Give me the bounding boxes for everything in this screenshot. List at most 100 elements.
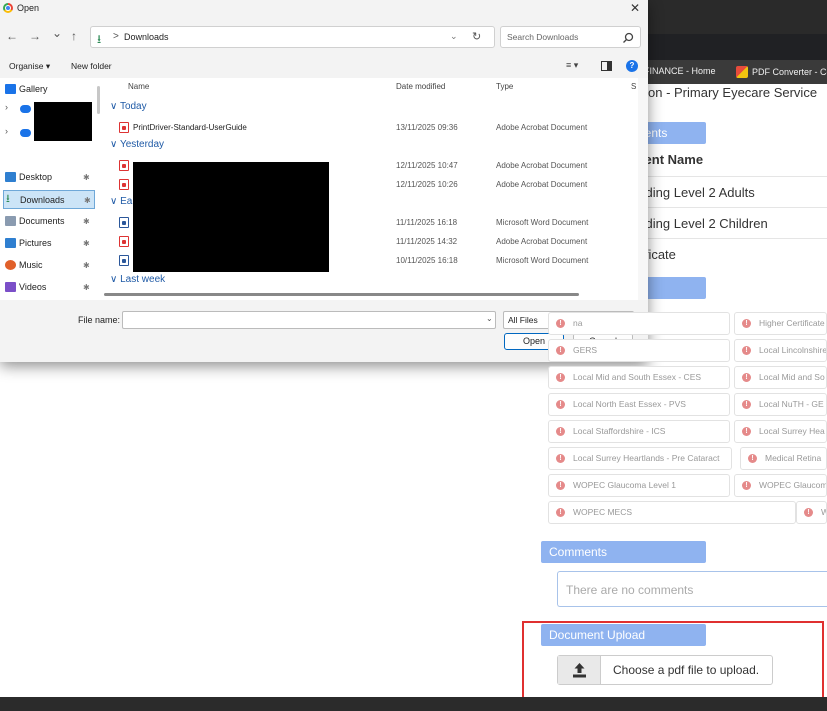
dialog-title: Open (17, 3, 40, 13)
breadcrumb-downloads[interactable]: Downloads (124, 32, 169, 42)
qualification-pill-label: GERS (573, 345, 598, 355)
sidebar-item-music[interactable]: Music ✱ (3, 256, 95, 275)
qualification-pill: Local Mid and South Essex - CES (548, 366, 730, 389)
sidebar-item-pictures[interactable]: Pictures ✱ (3, 234, 95, 253)
refresh-icon[interactable]: ↻ (472, 30, 481, 43)
chevron-down-icon[interactable]: ⌄ (486, 314, 493, 323)
word-icon (119, 217, 129, 228)
navigation-row: ← → ⌄ ↑ ⭳ > Downloads ⌄ ↻ (0, 23, 648, 51)
file-type: Adobe Acrobat Document (496, 237, 588, 246)
warning-icon (742, 475, 751, 496)
file-date: 13/11/2025 09:36 (396, 123, 458, 132)
sidebar-item-label: Videos (19, 282, 47, 292)
warning-icon (556, 448, 565, 469)
qualification-pill-label: WOPEC Glaucoma Level 1 (573, 480, 676, 490)
qualification-pill: W (796, 501, 827, 524)
downloads-icon: ⭳ (6, 193, 10, 205)
file-row[interactable]: PrintDriver-Standard-UserGuide 13/11/202… (104, 118, 634, 137)
qualification-pill-label: Local Surrey Hea (759, 426, 825, 436)
redacted-block (133, 162, 329, 272)
bookmark-pdf-converter[interactable]: PDF Converter - Co (736, 66, 827, 78)
sidebar-item-desktop[interactable]: Desktop ✱ (3, 168, 95, 187)
group-header-today[interactable]: ∨ Today (110, 101, 147, 112)
onedrive-icon (20, 129, 31, 137)
qualification-pill: Medical Retina (740, 447, 827, 470)
preview-pane-icon[interactable] (601, 61, 612, 71)
qualification-pill-label: WOPEC MECS (573, 507, 633, 517)
qualification-pill: Local North East Essex - PVS (548, 393, 730, 416)
vertical-scrollbar[interactable] (638, 78, 648, 300)
qualification-pill: WOPEC Glaucom (734, 474, 827, 497)
document-row: rtificate (620, 238, 827, 269)
file-name-input[interactable] (123, 312, 478, 328)
chevron-right-icon[interactable]: › (5, 126, 8, 136)
chevron-down-icon: ∨ (110, 274, 118, 285)
chevron-down-icon[interactable]: ⌄ (450, 31, 458, 42)
file-name-label: File name: (78, 315, 121, 325)
sidebar-item-label: Desktop (19, 172, 53, 182)
bookmark-finance[interactable]: FINANCE - Home (644, 66, 716, 76)
file-date: 10/11/2025 16:18 (396, 256, 458, 265)
help-icon[interactable]: ? (626, 60, 638, 72)
back-arrow-icon[interactable]: ← (6, 29, 18, 43)
warning-icon (556, 475, 565, 496)
desktop-icon (5, 172, 16, 182)
warning-icon (748, 448, 757, 469)
sidebar-item-downloads[interactable]: ⭳ Downloads ✱ (3, 190, 95, 209)
pdf-converter-icon (736, 66, 748, 78)
group-label: Yesterday (119, 139, 165, 150)
chevron-right-icon[interactable]: › (5, 102, 8, 112)
qualification-pill-label: Local Lincolnshire (759, 345, 827, 355)
dialog-title-bar: Open ✕ (0, 0, 648, 16)
group-header-last-week[interactable]: ∨ Last week (110, 274, 165, 285)
column-header-size[interactable]: S (631, 82, 636, 91)
column-header-name[interactable]: Name (128, 82, 149, 91)
warning-icon (742, 394, 751, 415)
view-menu-icon[interactable]: ≡ ▾ (566, 60, 578, 71)
qualification-pill-label: Local Surrey Heartlands - Pre Cataract (573, 453, 720, 463)
redacted-block (34, 102, 92, 120)
videos-icon (5, 282, 16, 292)
sidebar-item-gallery[interactable]: Gallery (3, 80, 95, 99)
file-date: 12/11/2025 10:26 (396, 180, 458, 189)
group-header-earlier[interactable]: ∨ Ea (110, 196, 132, 207)
forward-arrow-icon[interactable]: → (29, 29, 41, 43)
pin-icon: ✱ (83, 239, 90, 248)
file-date: 11/11/2025 14:32 (396, 237, 458, 246)
new-folder-button[interactable]: New folder (71, 61, 112, 71)
column-header-date-modified[interactable]: Date modified (396, 82, 445, 91)
warning-icon (556, 340, 565, 361)
file-name-field: ⌄ (122, 311, 496, 329)
horizontal-scrollbar[interactable] (104, 293, 579, 296)
address-bar[interactable]: ⭳ > Downloads ⌄ ↻ (90, 26, 495, 48)
search-icon[interactable] (621, 31, 635, 45)
sidebar-item-label: Pictures (19, 238, 52, 248)
sidebar-item-documents[interactable]: Documents ✱ (3, 212, 95, 231)
search-input[interactable] (501, 27, 619, 47)
qualification-pill: WOPEC Glaucoma Level 1 (548, 474, 730, 497)
chevron-down-icon: ∨ (110, 196, 118, 207)
warning-icon (556, 502, 565, 523)
close-icon[interactable]: ✕ (630, 1, 640, 15)
document-row: arding Level 2 Children (620, 207, 827, 238)
up-arrow-icon[interactable]: ↑ (71, 29, 77, 43)
sidebar-item-videos[interactable]: Videos ✱ (3, 278, 95, 297)
taskbar-edge (0, 697, 827, 711)
organise-menu[interactable]: Organise ▾ (9, 61, 50, 72)
sidebar-item-label: Downloads (20, 195, 65, 205)
group-header-yesterday[interactable]: ∨ Yesterday (110, 139, 164, 150)
dialog-body: Gallery › › Desktop ✱ ⭳ Downloads ✱ Docu… (0, 78, 648, 300)
warning-icon (556, 421, 565, 442)
group-label: Today (119, 101, 147, 112)
qualification-pill-label: na (573, 318, 583, 328)
pane-splitter[interactable] (97, 86, 100, 114)
redacted-block (34, 120, 92, 141)
tab-strip (620, 0, 827, 34)
column-header-type[interactable]: Type (496, 82, 513, 91)
comments-box: There are no comments (557, 571, 827, 607)
warning-icon (742, 340, 751, 361)
document-row: arding Level 2 Adults (620, 176, 827, 207)
qualification-pill-label: W (821, 507, 826, 517)
qualification-pill-label: Local NuTH - GE (759, 399, 824, 409)
recent-locations-icon[interactable]: ⌄ (52, 26, 62, 40)
